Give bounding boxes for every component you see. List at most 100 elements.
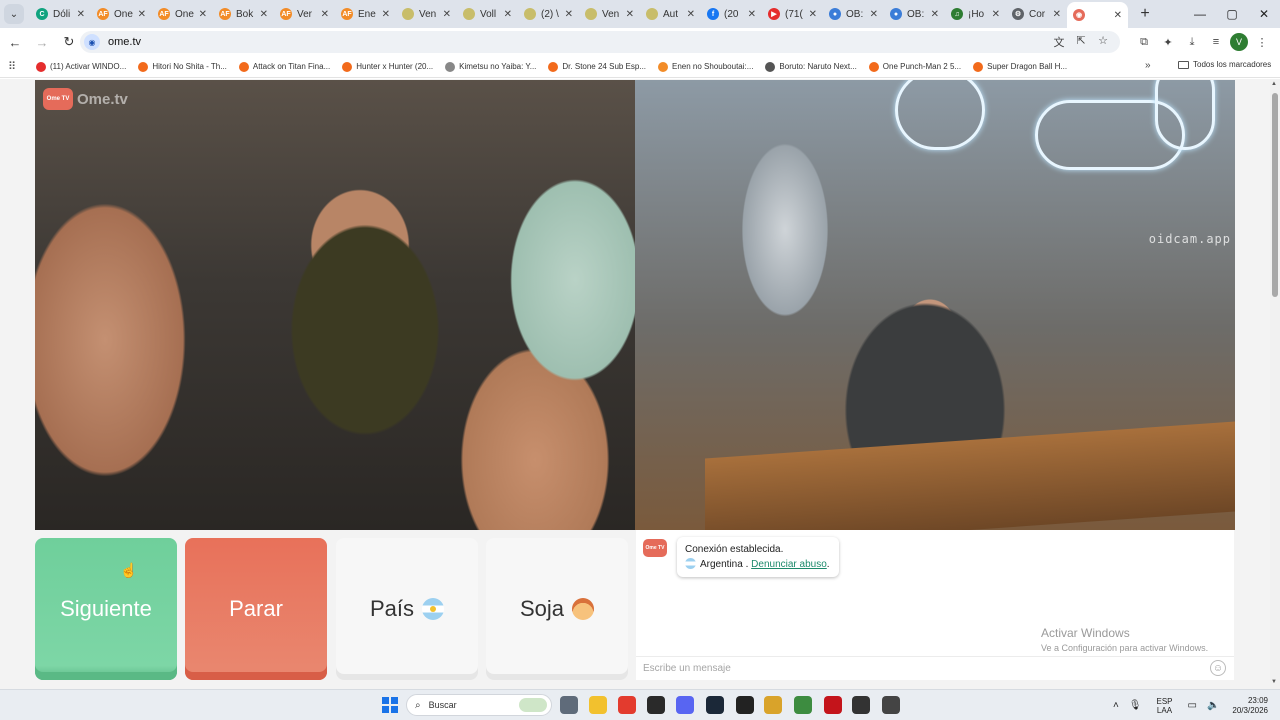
browser-tab[interactable]: ● OB: ✕ (884, 2, 945, 26)
minecraft-icon[interactable] (794, 696, 812, 714)
browser-tab[interactable]: C Dóli ✕ (30, 2, 91, 26)
forward-arrow-icon[interactable]: → (30, 30, 54, 54)
maximize-button[interactable]: ▢ (1216, 0, 1248, 28)
close-tab-icon[interactable]: ✕ (626, 9, 634, 20)
browser-tab[interactable]: AF Ene ✕ (335, 2, 396, 26)
browser-tab[interactable]: AF Bok ✕ (213, 2, 274, 26)
bookmark-item[interactable]: One Punch-Man 2 5... (868, 61, 961, 72)
profile-avatar[interactable]: V (1230, 33, 1248, 51)
translate-extension-icon[interactable]: ⧉ (1134, 31, 1154, 53)
task-view-icon[interactable] (560, 696, 578, 714)
taskbar-search[interactable]: ⌕ Buscar (406, 694, 552, 716)
browser-tab[interactable]: ◉ ✕ (1067, 2, 1128, 28)
stop-button[interactable]: Parar (185, 538, 327, 680)
close-tab-icon[interactable]: ✕ (443, 9, 451, 20)
browser-tab[interactable]: AF One ✕ (91, 2, 152, 26)
message-input[interactable]: Escribe un mensaje ☺ (636, 656, 1234, 680)
back-arrow-icon[interactable]: ← (3, 30, 27, 54)
close-tab-icon[interactable]: ✕ (199, 9, 207, 20)
next-button[interactable]: Siguiente (35, 538, 177, 680)
close-tab-icon[interactable]: ✕ (870, 9, 878, 20)
bookmark-item[interactable]: Boruto: Naruto Next... (765, 61, 857, 72)
obs-icon[interactable] (852, 696, 870, 714)
discord-icon[interactable] (676, 696, 694, 714)
bookmark-item[interactable]: Hitori No Shita - Th... (138, 61, 227, 72)
install-app-icon[interactable]: ⇱ (1074, 34, 1088, 50)
all-bookmarks-folder[interactable]: Todos los marcadores (1178, 60, 1271, 69)
close-tab-icon[interactable]: ✕ (504, 9, 512, 20)
close-tab-icon[interactable]: ✕ (931, 9, 939, 20)
close-tab-icon[interactable]: ✕ (748, 9, 756, 20)
bookmark-item[interactable]: (11) Activar WINDO... (36, 61, 126, 72)
reload-icon[interactable]: ↻ (57, 30, 81, 54)
input-language[interactable]: ESP LAA (1156, 697, 1172, 715)
close-tab-icon[interactable]: ✕ (321, 9, 329, 20)
close-tab-icon[interactable]: ✕ (382, 9, 390, 20)
clock-app-icon[interactable] (736, 696, 754, 714)
browser-tab[interactable]: Ven ✕ (396, 2, 457, 26)
country-filter-button[interactable]: País (336, 538, 478, 680)
close-tab-icon[interactable]: ✕ (138, 9, 146, 20)
bookmarks-more-icon[interactable]: » (1145, 60, 1151, 71)
site-info-icon[interactable]: ◉ (84, 34, 100, 50)
apps-grid-icon[interactable]: ⠿ (8, 60, 22, 73)
extensions-icon[interactable]: ✦ (1158, 31, 1178, 53)
scroll-up-icon[interactable]: ▲ (1271, 81, 1277, 87)
report-abuse-link[interactable]: Denunciar abuso (751, 559, 827, 570)
browser-tab[interactable]: AF Ver ✕ (274, 2, 335, 26)
browser-tab[interactable]: (2) \ ✕ (518, 2, 579, 26)
close-tab-icon[interactable]: ✕ (1053, 9, 1061, 20)
browser-tab[interactable]: f (20 ✕ (701, 2, 762, 26)
bookmark-item[interactable]: Dr. Stone 24 Sub Esp... (548, 61, 646, 72)
scroll-down-icon[interactable]: ▼ (1271, 679, 1277, 685)
epic-games-icon[interactable] (647, 696, 665, 714)
close-tab-icon[interactable]: ✕ (260, 9, 268, 20)
browser-tab[interactable]: ▶ (71(✕ (762, 2, 823, 26)
network-icon[interactable]: ▭ (1188, 700, 1197, 711)
gender-filter-button[interactable]: Soja (486, 538, 628, 680)
close-tab-icon[interactable]: ✕ (77, 9, 85, 20)
store-app-icon[interactable] (764, 696, 782, 714)
close-tab-icon[interactable]: ✕ (565, 9, 573, 20)
close-window-button[interactable]: ✕ (1248, 0, 1280, 28)
chevron-up-icon[interactable]: ˄ (1113, 700, 1119, 711)
browser-tab[interactable]: Ven ✕ (579, 2, 640, 26)
bookmark-item[interactable]: Super Dragon Ball H... (973, 61, 1067, 72)
emoji-icon[interactable]: ☺ (1210, 660, 1226, 676)
browser-tab[interactable]: ⚙ Cor ✕ (1006, 2, 1067, 26)
bookmark-star-icon[interactable]: ☆ (1096, 34, 1110, 50)
scrollbar-thumb[interactable] (1272, 93, 1278, 297)
clock[interactable]: 23:09 20/3/2026 (1232, 696, 1268, 716)
chrome-icon[interactable] (618, 696, 636, 714)
browser-tab[interactable]: Aut ✕ (640, 2, 701, 26)
download-icon[interactable]: ⤓ (1182, 31, 1202, 53)
close-tab-icon[interactable]: ✕ (1114, 10, 1122, 21)
windows-start-icon[interactable] (382, 697, 398, 713)
media-control-icon[interactable]: ≡ (1206, 31, 1226, 53)
close-tab-icon[interactable]: ✕ (687, 9, 695, 20)
menu-icon[interactable]: ⋮ (1252, 31, 1272, 53)
translate-icon[interactable]: 文 (1052, 34, 1066, 50)
bookmark-item[interactable]: Enen no Shouboutai:... (658, 61, 753, 72)
minimize-button[interactable]: — (1184, 0, 1216, 28)
red-app-icon[interactable] (824, 696, 842, 714)
address-bar[interactable]: ◉ ome.tv 文 ⇱ ☆ (80, 31, 1120, 53)
browser-tab[interactable]: AF One ✕ (152, 2, 213, 26)
maps-app-icon[interactable] (882, 696, 900, 714)
volume-icon[interactable]: 🔈 (1207, 700, 1219, 711)
new-tab-button[interactable]: + (1134, 3, 1156, 25)
url-text[interactable]: ome.tv (108, 36, 141, 48)
file-explorer-icon[interactable] (589, 696, 607, 714)
microphone-icon[interactable]: 🎙 (1129, 700, 1142, 711)
bookmark-item[interactable]: Kimetsu no Yaiba: Y... (445, 61, 536, 72)
browser-tab[interactable]: ♫ ¡Ho ✕ (945, 2, 1006, 26)
bookmark-item[interactable]: Attack on Titan Fina... (238, 61, 330, 72)
bookmark-item[interactable]: Hunter x Hunter (20... (342, 61, 433, 72)
page-scrollbar[interactable]: ▲ ▼ (1270, 79, 1280, 689)
tab-search-icon[interactable]: ⌄ (4, 4, 24, 24)
close-tab-icon[interactable]: ✕ (809, 9, 817, 20)
browser-tab[interactable]: ● OB: ✕ (823, 2, 884, 26)
steam-icon[interactable] (706, 696, 724, 714)
browser-tab[interactable]: Voll ✕ (457, 2, 518, 26)
close-tab-icon[interactable]: ✕ (992, 9, 1000, 20)
